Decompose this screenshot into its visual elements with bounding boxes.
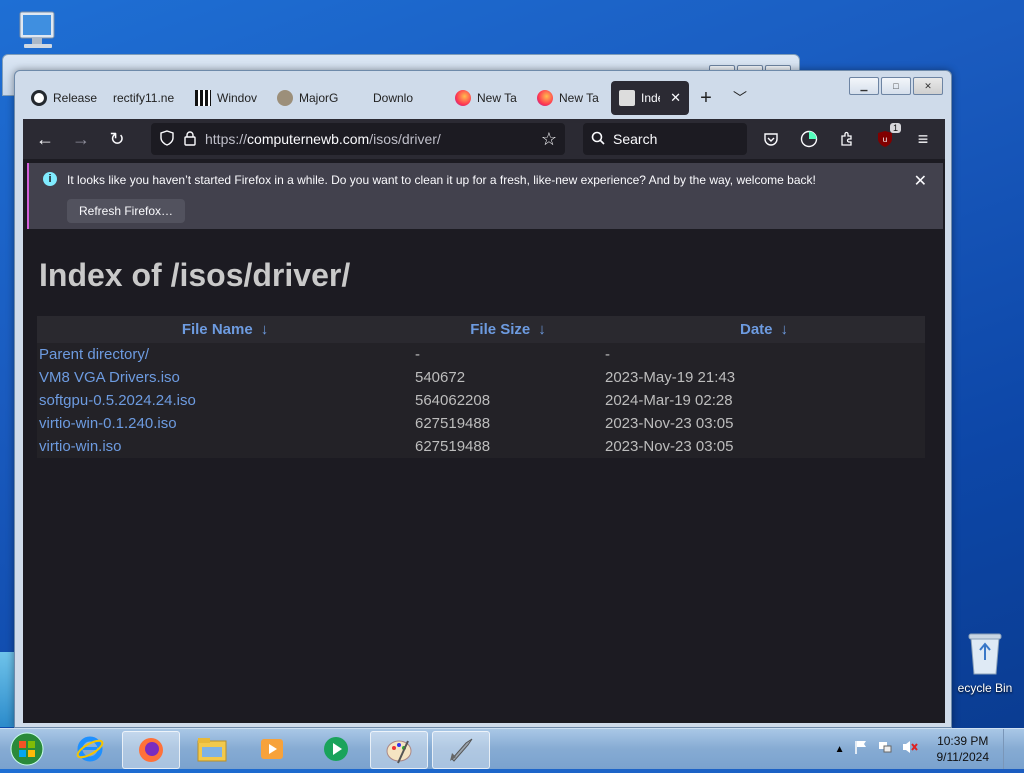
volume-muted-icon[interactable] (901, 739, 919, 760)
firefox-icon (537, 90, 553, 106)
shield-icon[interactable] (159, 129, 175, 149)
tab-strip: Release rectify11.ne Windov MajorG Downl… (23, 79, 843, 117)
firefox-taskbar-icon[interactable] (122, 731, 180, 769)
table-row: Parent directory/ - - (37, 343, 925, 366)
refresh-firefox-button[interactable]: Refresh Firefox… (67, 199, 186, 223)
file-size: 627519488 (415, 415, 491, 432)
internet-explorer-icon[interactable] (62, 731, 118, 767)
url-host: computernewb.com (247, 131, 370, 147)
file-size: - (415, 346, 420, 363)
file-date: 2023-Nov-23 03:05 (605, 438, 734, 455)
show-hidden-icons-icon[interactable]: ▲ (835, 744, 845, 755)
directory-listing-page: Index of /isos/driver/ File Name ↓ File S… (23, 257, 945, 458)
file-date: 2023-Nov-23 03:05 (605, 415, 734, 432)
column-header-file-size[interactable]: File Size ↓ (413, 316, 603, 343)
tab-new-tab-1[interactable]: New Ta (447, 81, 529, 115)
bookmark-star-icon[interactable]: ☆ (541, 129, 557, 150)
file-date: - (605, 346, 610, 363)
info-icon: i (43, 172, 57, 186)
forward-arrow-icon[interactable]: → (65, 123, 97, 155)
url-bar[interactable]: https://computernewb.com/isos/driver/ ☆ (151, 123, 565, 155)
back-arrow-icon[interactable]: ← (29, 123, 61, 155)
search-placeholder: Search (613, 131, 658, 147)
tab-close-icon[interactable]: ✕ (670, 90, 681, 106)
window-maximize-icon[interactable]: □ (881, 77, 911, 95)
network-icon[interactable] (877, 739, 893, 760)
server-icon (619, 90, 635, 106)
url-prefix: https:// (205, 131, 248, 147)
columns-icon (195, 90, 211, 106)
file-date: 2024-Mar-19 02:28 (605, 392, 733, 409)
file-link[interactable]: Parent directory/ (39, 346, 149, 363)
window-minimize-icon[interactable]: ▁ (849, 77, 879, 95)
paint-icon[interactable] (370, 731, 428, 769)
new-tab-plus-icon[interactable]: + (689, 81, 723, 115)
background-window-edge (0, 652, 14, 727)
ublock-origin-icon[interactable]: u 1 (869, 123, 901, 155)
extensions-puzzle-icon[interactable] (831, 123, 863, 155)
tab-release[interactable]: Release (23, 81, 105, 115)
start-orb-icon[interactable] (6, 730, 48, 768)
rocket-app-icon[interactable] (432, 731, 490, 769)
firefox-icon (455, 90, 471, 106)
firefox-view-icon[interactable] (793, 123, 825, 155)
page-title: Index of /isos/driver/ (39, 257, 351, 293)
list-all-tabs-chevron-icon[interactable]: ﹀ (723, 81, 757, 115)
major-geeks-icon (277, 90, 293, 106)
notification-message: It looks like you haven’t started Firefo… (67, 173, 816, 187)
taskbar: ▲ 10:39 PM 9/11/2024 (0, 728, 1024, 769)
url-text[interactable]: https://computernewb.com/isos/driver/ (205, 131, 533, 147)
url-path: /isos/driver/ (369, 131, 441, 147)
reload-icon[interactable]: ↻ (101, 123, 133, 155)
search-icon (591, 131, 605, 148)
tab-majorgeeks[interactable]: MajorG (269, 81, 351, 115)
table-row: softgpu-0.5.2024.24.iso 564062208 2024-M… (37, 389, 925, 412)
clock-date: 9/11/2024 (936, 750, 990, 764)
file-link[interactable]: virtio-win-0.1.240.iso (39, 415, 177, 432)
column-header-file-name[interactable]: File Name ↓ (37, 316, 413, 343)
file-listing-table: File Name ↓ File Size ↓ Date ↓ Parent direc… (37, 316, 925, 458)
system-tray: ▲ 10:39 PM 9/11/2024 (835, 729, 1024, 769)
computer-desktop-icon[interactable] (14, 8, 64, 54)
media-center-icon[interactable] (308, 731, 364, 767)
refresh-notification-bar: i It looks like you haven’t started Fire… (27, 163, 943, 229)
file-size: 564062208 (415, 392, 491, 409)
tab-downloads[interactable]: Downlo (351, 81, 447, 115)
browser-content-area: ← → ↻ https://computernewb.com/isos/driv… (23, 119, 945, 723)
svg-text:u: u (883, 135, 887, 144)
column-header-date[interactable]: Date ↓ (603, 316, 925, 343)
recycle-bin-icon[interactable]: ecycle Bin (950, 630, 1020, 695)
lock-icon[interactable] (183, 130, 197, 149)
firefox-window: ▁ □ ✕ Release rectify11.ne Windov MajorG… (14, 70, 952, 728)
action-center-flag-icon[interactable] (853, 739, 869, 760)
tab-new-tab-2[interactable]: New Ta (529, 81, 611, 115)
file-explorer-icon[interactable] (184, 731, 240, 767)
tab-rectify11[interactable]: rectify11.ne (105, 81, 187, 115)
notification-close-icon[interactable]: ✕ (914, 171, 927, 191)
window-close-icon[interactable]: ✕ (913, 77, 943, 95)
clock-time: 10:39 PM (937, 734, 989, 748)
pocket-icon[interactable] (755, 123, 787, 155)
navigation-toolbar: ← → ↻ https://computernewb.com/isos/driv… (23, 119, 945, 159)
github-icon (31, 90, 47, 106)
show-desktop-button[interactable] (1003, 729, 1014, 769)
file-link[interactable]: VM8 VGA Drivers.iso (39, 369, 180, 386)
tab-index-active[interactable]: Inde ✕ (611, 81, 689, 115)
clock[interactable]: 10:39 PM 9/11/2024 (937, 733, 990, 765)
extension-badge: 1 (889, 123, 901, 133)
file-size: 540672 (415, 369, 466, 386)
file-size: 627519488 (415, 438, 491, 455)
table-row: virtio-win-0.1.240.iso 627519488 2023-No… (37, 412, 925, 435)
table-row: VM8 VGA Drivers.iso 540672 2023-May-19 2… (37, 366, 925, 389)
file-date: 2023-May-19 21:43 (605, 369, 736, 386)
media-player-icon[interactable] (244, 731, 300, 767)
file-link[interactable]: softgpu-0.5.2024.24.iso (39, 392, 196, 409)
search-input[interactable]: Search (583, 123, 747, 155)
tab-windows[interactable]: Windov (187, 81, 269, 115)
hamburger-menu-icon[interactable]: ≡ (907, 123, 939, 155)
table-row: virtio-win.iso 627519488 2023-Nov-23 03:… (37, 435, 925, 458)
file-link[interactable]: virtio-win.iso (39, 438, 122, 455)
recycle-bin-label: ecycle Bin (957, 681, 1013, 695)
